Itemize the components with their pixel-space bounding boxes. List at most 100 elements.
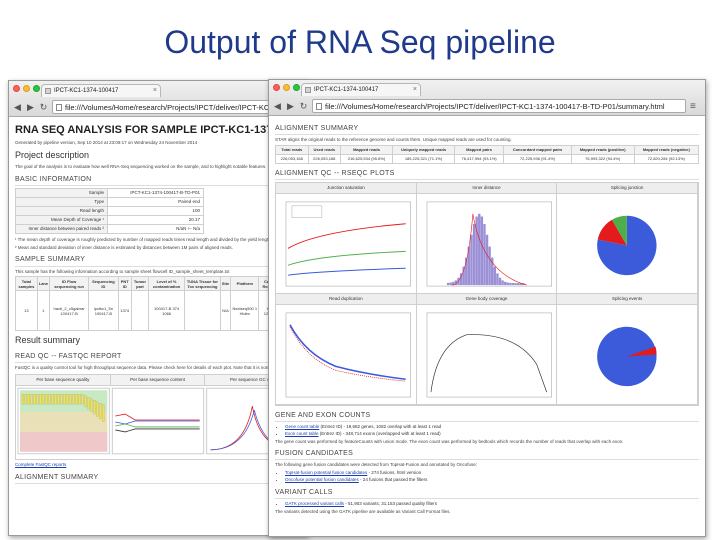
forward-arrow-icon[interactable]: ▶	[26, 102, 35, 113]
table-cell: 76,417,954 (93.1%)	[454, 153, 505, 164]
table-header-cell: Lane	[36, 276, 51, 292]
quality-box	[48, 393, 51, 405]
list-item: Exon count table (Entrez ID) - 348,714 e…	[285, 431, 699, 437]
plot-header: Read duplication	[276, 293, 417, 305]
slide-title: Output of RNA Seq pipeline	[164, 24, 556, 60]
alignment-text: STAR aligns the original reads to the re…	[275, 137, 512, 143]
table-cell: 185,225,321 (71.1%)	[392, 153, 456, 164]
basic-info-table: Sample IPCT-KC1-1374-100417-B-TD-P01 Type…	[15, 187, 204, 234]
table-header-cell: Platform	[230, 276, 260, 292]
gene-body-coverage-plot	[416, 304, 558, 405]
report-title: RNA SEQ ANALYSIS FOR SAMPLE IPCT-KC1-137…	[15, 124, 279, 136]
read-qc-heading: READ QC -- FASTQC REPORT	[15, 352, 301, 364]
zoom-window-icon[interactable]	[33, 85, 40, 92]
sample-summary-table: Total samples Lane ID Flow sequencing run S…	[15, 276, 302, 332]
table-header-cell: Mapped reads (negative)	[633, 144, 700, 155]
table-header-cell: Mapped pairs	[454, 144, 505, 155]
variant-links-list: GATK processed variant calls - 51,903 va…	[275, 501, 699, 507]
quality-box	[30, 393, 33, 405]
rseqc-plot-grid: Junction saturation Inner distance Splic…	[275, 182, 699, 406]
list-item: Oncofuse potential fusion candidates - 2…	[285, 477, 699, 483]
result-summary-heading: Result summary	[15, 335, 81, 346]
gatk-variant-link[interactable]: GATK processed variant calls	[285, 501, 344, 506]
histogram-bar	[498, 277, 501, 285]
tab-close-icon[interactable]: ×	[153, 85, 157, 97]
close-window-icon[interactable]	[13, 85, 20, 92]
browser-chrome-right: IPCT-KC1-1374-100417 × ◀ ▶ ↻ file:///Vol…	[269, 80, 705, 116]
histogram-bar	[493, 266, 496, 285]
table-cell	[184, 290, 221, 332]
list-item: TopHat-fusion potential fusion candidate…	[285, 470, 699, 476]
tophat-fusion-link[interactable]: TopHat-fusion potential fusion candidate…	[285, 470, 367, 475]
splicing-junction-pie	[557, 193, 698, 294]
forward-arrow-icon[interactable]: ▶	[286, 101, 295, 112]
quality-box	[45, 393, 48, 405]
table-header-cell: Sequencing ID	[88, 276, 119, 292]
browser-tab[interactable]: IPCT-KC1-1374-100417 ×	[41, 84, 161, 97]
page-favicon-icon	[305, 87, 311, 93]
address-bar-url: file:///Volumes/Home/research/Projects/I…	[325, 102, 665, 111]
gene-count-link[interactable]: Gene count table	[285, 424, 319, 429]
plot-header: Per base sequence quality	[16, 375, 111, 385]
back-arrow-icon[interactable]: ◀	[13, 102, 22, 113]
table-cell: 216,625,534 (95.8%)	[340, 153, 394, 164]
quality-box	[54, 393, 57, 405]
table-header-cell: PNT ID	[117, 276, 132, 292]
exon-count-link[interactable]: Exon count table	[285, 431, 319, 436]
quality-box	[24, 393, 28, 405]
quality-box	[60, 393, 63, 405]
report-content-right: ALIGNMENT SUMMARY STAR aligns the origin…	[269, 116, 705, 520]
minimize-window-icon[interactable]	[283, 84, 290, 91]
link-description: (Entrez ID) - 348,714 exons (overlapped …	[318, 430, 441, 436]
histogram-bar	[449, 282, 452, 285]
back-arrow-icon[interactable]: ◀	[273, 101, 282, 112]
histogram-bar	[495, 273, 499, 285]
table-cell: 76,993,322 (94.4%)	[570, 153, 635, 164]
reload-icon[interactable]: ↻	[299, 101, 308, 112]
histogram-bar	[506, 282, 509, 285]
table-cell: 13	[15, 290, 38, 332]
complete-fastqc-link[interactable]: Complete FastQC reports	[15, 462, 301, 468]
minimize-window-icon[interactable]	[23, 85, 30, 92]
browser-tab[interactable]: IPCT-KC1-1374-100417 ×	[301, 83, 421, 96]
quality-mid-zone	[19, 411, 108, 432]
quality-box	[57, 393, 60, 405]
quality-box	[81, 393, 84, 405]
histogram-bar	[472, 223, 475, 285]
zoom-window-icon[interactable]	[293, 84, 300, 91]
quality-box	[21, 393, 25, 405]
read-duplication-plot	[276, 304, 417, 405]
histogram-bar	[446, 282, 449, 285]
menu-icon[interactable]: ≡	[690, 101, 702, 112]
browser-window-left: IPCT-KC1-1374-100417 × ◀ ▶ ↻ file:///Vol…	[8, 80, 308, 536]
table-cell: 226,053,168	[307, 153, 342, 164]
close-window-icon[interactable]	[273, 84, 280, 91]
reload-icon[interactable]: ↻	[39, 102, 48, 113]
page-favicon-icon	[45, 88, 51, 94]
table-header-cell: Mapped reads	[340, 144, 394, 155]
footnote-2: ² Mean and standard deviation of inner d…	[15, 244, 233, 250]
address-bar[interactable]: file:///Volumes/Home/research/Projects/I…	[312, 99, 686, 113]
link-description: - 51,903 variants, 31,153 passed quality…	[343, 501, 438, 507]
tab-close-icon[interactable]: ×	[413, 84, 417, 96]
fusion-heading: FUSION CANDIDATES	[275, 449, 699, 461]
file-page-icon	[316, 103, 322, 110]
table-header-row: Total samples Lane ID Flow sequencing run S…	[15, 276, 302, 292]
table-row: Sample IPCT-KC1-1374-100417-B-TD-P01	[15, 187, 204, 198]
table-cell: 100417-B 374 1066	[148, 290, 185, 332]
quality-box	[84, 395, 87, 407]
table-value: 100	[107, 205, 204, 216]
table-cell: 1374	[117, 290, 132, 332]
junction-saturation-plot	[276, 193, 417, 294]
histogram-bar	[477, 213, 481, 285]
histogram-bar	[508, 282, 512, 285]
histogram-bar	[514, 282, 517, 285]
plot-header: Inner distance	[416, 183, 558, 194]
pie-slice-blue	[597, 326, 657, 386]
oncofuse-link[interactable]: Oncofuse potential fusion candidates	[285, 477, 359, 482]
variant-heading: VARIANT CALLS	[275, 488, 699, 500]
link-description: - 24 fusions that passed the filters	[358, 477, 428, 483]
generated-line: Generated by pipeline version, Sep 10 20…	[15, 140, 198, 146]
alignment-summary-heading-left: ALIGNMENT SUMMARY	[15, 473, 301, 484]
table-header-cell: Concordant mapped pairs	[503, 144, 572, 155]
